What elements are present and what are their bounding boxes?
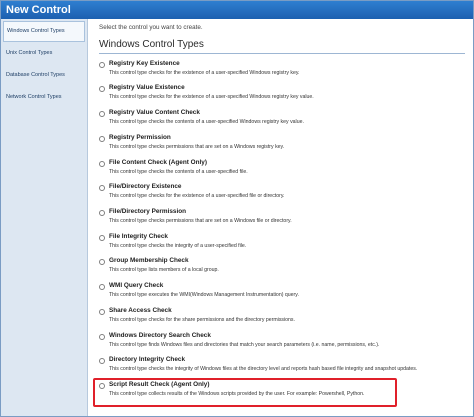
option-description: This control type checks for the existen… [109, 70, 300, 76]
option-registry-value-content-check[interactable]: Registry Value Content Check This contro… [99, 109, 465, 133]
option-description: This control type checks the contents of… [109, 169, 248, 175]
radio-button[interactable] [99, 210, 105, 216]
section-heading: Windows Control Types [99, 39, 204, 50]
option-description: This control type checks for the share p… [109, 317, 295, 323]
option-title: File Content Check (Agent Only) [109, 159, 207, 166]
option-directory-integrity-check[interactable]: Directory Integrity Check This control t… [99, 356, 465, 380]
option-file-content-check[interactable]: File Content Check (Agent Only) This con… [99, 159, 465, 183]
radio-button[interactable] [99, 334, 105, 340]
option-description: This control type checks the integrity o… [109, 243, 247, 249]
option-description: This control type executes the WMI(Windo… [109, 292, 299, 298]
option-windows-directory-search-check[interactable]: Windows Directory Search Check This cont… [99, 332, 465, 356]
option-title: Registry Value Content Check [109, 109, 200, 116]
option-file-directory-existence[interactable]: File/Directory Existence This control ty… [99, 183, 465, 207]
option-file-integrity-check[interactable]: File Integrity Check This control type c… [99, 233, 465, 257]
heading-divider [99, 53, 465, 54]
option-title: Registry Value Existence [109, 84, 185, 91]
radio-button[interactable] [99, 309, 105, 315]
main-panel: Select the control you want to create. W… [89, 19, 473, 416]
radio-button[interactable] [99, 284, 105, 290]
highlight-box [93, 378, 397, 407]
radio-button[interactable] [99, 259, 105, 265]
sidebar-item-windows-control-types[interactable]: Windows Control Types [3, 21, 85, 42]
window-title: New Control [1, 1, 473, 19]
option-title: Directory Integrity Check [109, 356, 186, 363]
radio-button[interactable] [99, 235, 105, 241]
radio-button[interactable] [99, 185, 105, 191]
control-type-sidebar: Windows Control Types Unix Control Types… [1, 19, 88, 416]
option-wmi-query-check[interactable]: WMI Query Check This control type execut… [99, 282, 465, 306]
option-registry-value-existence[interactable]: Registry Value Existence This control ty… [99, 84, 465, 108]
sidebar-item-network-control-types[interactable]: Network Control Types [1, 86, 87, 108]
option-title: Registry Permission [109, 134, 171, 141]
radio-button[interactable] [99, 111, 105, 117]
option-title: Registry Key Existence [109, 60, 180, 67]
option-description: This control type checks for the existen… [109, 193, 285, 199]
option-title: Windows Directory Search Check [109, 332, 211, 339]
option-title: WMI Query Check [109, 282, 164, 289]
new-control-dialog: New Control Windows Control Types Unix C… [0, 0, 474, 417]
option-registry-permission[interactable]: Registry Permission This control type ch… [99, 134, 465, 158]
option-description: This control type checks permissions tha… [109, 144, 285, 150]
radio-button[interactable] [99, 358, 105, 364]
radio-button[interactable] [99, 161, 105, 167]
option-description: This control type lists members of a loc… [109, 267, 219, 273]
option-share-access-check[interactable]: Share Access Check This control type che… [99, 307, 465, 331]
radio-button[interactable] [99, 86, 105, 92]
option-title: Group Membership Check [109, 257, 189, 264]
option-title: File/Directory Existence [109, 183, 182, 190]
sidebar-item-unix-control-types[interactable]: Unix Control Types [1, 42, 87, 64]
option-description: This control type checks for the existen… [109, 94, 314, 100]
option-registry-key-existence[interactable]: Registry Key Existence This control type… [99, 60, 465, 84]
sidebar-item-database-control-types[interactable]: Database Control Types [1, 64, 87, 86]
radio-button[interactable] [99, 136, 105, 142]
radio-button[interactable] [99, 62, 105, 68]
option-title: Share Access Check [109, 307, 172, 314]
option-file-directory-permission[interactable]: File/Directory Permission This control t… [99, 208, 465, 232]
option-title: File/Directory Permission [109, 208, 187, 215]
option-group-membership-check[interactable]: Group Membership Check This control type… [99, 257, 465, 281]
option-description: This control type checks the integrity o… [109, 366, 418, 372]
option-title: File Integrity Check [109, 233, 168, 240]
option-description: This control type checks permissions tha… [109, 218, 292, 224]
instruction-text: Select the control you want to create. [99, 24, 203, 31]
option-description: This control type finds Windows files an… [109, 342, 380, 348]
option-description: This control type checks the contents of… [109, 119, 304, 125]
